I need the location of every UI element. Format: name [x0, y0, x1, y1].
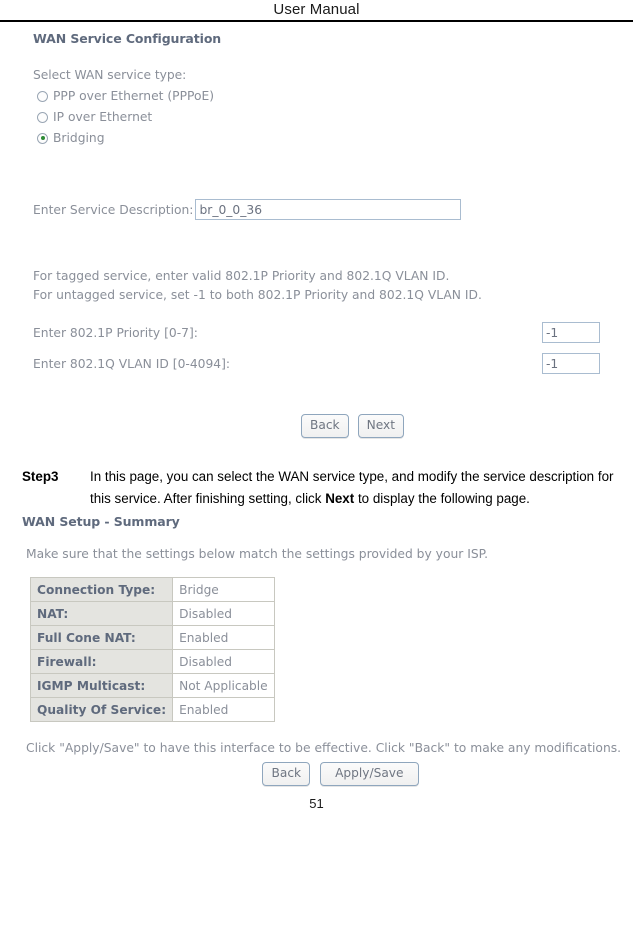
summary-value-igmp-multicast: Not Applicable	[172, 673, 275, 698]
radio-option-ipoe[interactable]: IP over Ethernet	[0, 110, 633, 124]
apply-save-note: Click "Apply/Save" to have this interfac…	[26, 741, 622, 755]
step3-emphasis-next: Next	[325, 490, 355, 506]
service-description-input[interactable]: br_0_0_36	[195, 199, 462, 220]
wan-setup-summary-title: WAN Setup - Summary	[22, 514, 180, 529]
radio-option-pppoe[interactable]: PPP over Ethernet (PPPoE)	[0, 89, 633, 103]
radio-icon-pppoe[interactable]	[37, 90, 48, 102]
wan-setup-summary-screenshot: WAN Setup - Summary Make sure that the s…	[0, 509, 633, 786]
summary-key-connection-type: Connection Type:	[29, 577, 174, 602]
vlan-input[interactable]: -1	[542, 353, 600, 374]
select-wan-service-type-label: Select WAN service type:	[33, 68, 187, 82]
service-description-label: Enter Service Description:	[33, 202, 194, 217]
radio-label-ipoe: IP over Ethernet	[53, 110, 153, 124]
summary-value-full-cone-nat: Enabled	[172, 625, 275, 650]
step3-tag: Step3	[22, 469, 59, 484]
radio-icon-bridging[interactable]	[37, 132, 48, 144]
priority-label: Enter 802.1P Priority [0-7]:	[33, 325, 198, 340]
service-description-row: Enter Service Description: br_0_0_36	[0, 199, 633, 220]
table-row: Connection Type: Bridge	[29, 577, 275, 602]
step3-body: In this page, you can select the WAN ser…	[90, 466, 621, 509]
untagged-service-note: For untagged service, set -1 to both 802…	[33, 288, 482, 302]
radio-label-pppoe: PPP over Ethernet (PPPoE)	[53, 89, 215, 103]
manual-title: User Manual	[273, 1, 360, 18]
summary-value-quality-of-service: Enabled	[172, 697, 275, 722]
wan-summary-table: Connection Type: Bridge NAT: Disabled Fu…	[29, 577, 275, 722]
summary-key-igmp-multicast: IGMP Multicast:	[29, 673, 174, 698]
config-button-row: Back Next	[0, 414, 633, 438]
summary-key-full-cone-nat: Full Cone NAT:	[29, 625, 174, 650]
summary-key-nat: NAT:	[29, 601, 174, 626]
table-row: NAT: Disabled	[29, 601, 275, 626]
summary-value-connection-type: Bridge	[172, 577, 275, 602]
table-row: Firewall: Disabled	[29, 649, 275, 674]
table-row: Quality Of Service: Enabled	[29, 697, 275, 722]
summary-isp-note: Make sure that the settings below match …	[26, 547, 489, 561]
radio-icon-ipoe[interactable]	[37, 111, 48, 123]
summary-value-firewall: Disabled	[172, 649, 275, 674]
table-row: IGMP Multicast: Not Applicable	[29, 673, 275, 698]
running-header: User Manual	[0, 0, 633, 18]
back-button-config[interactable]: Back	[301, 414, 349, 438]
wan-service-config-title: WAN Service Configuration	[33, 31, 222, 46]
summary-key-quality-of-service: Quality Of Service:	[29, 697, 174, 722]
summary-key-firewall: Firewall:	[29, 649, 174, 674]
priority-input[interactable]: -1	[542, 322, 600, 343]
step3-block: Step3 In this page, you can select the W…	[0, 466, 633, 509]
radio-option-bridging[interactable]: Bridging	[0, 131, 633, 145]
apply-save-button[interactable]: Apply/Save	[320, 762, 419, 786]
back-button-summary[interactable]: Back	[262, 762, 311, 786]
table-row: Full Cone NAT: Enabled	[29, 625, 275, 650]
priority-row: Enter 802.1P Priority [0-7]: -1	[0, 322, 633, 343]
radio-label-bridging: Bridging	[53, 131, 105, 145]
next-button-config[interactable]: Next	[357, 414, 404, 438]
step3-text-part2: to display the following page.	[354, 490, 530, 506]
summary-value-nat: Disabled	[172, 601, 275, 626]
page-number: 51	[309, 796, 324, 811]
vlan-row: Enter 802.1Q VLAN ID [0-4094]: -1	[0, 353, 633, 374]
vlan-label: Enter 802.1Q VLAN ID [0-4094]:	[33, 356, 231, 371]
tagged-service-note: For tagged service, enter valid 802.1P P…	[33, 269, 450, 283]
wan-service-configuration-screenshot: WAN Service Configuration Select WAN ser…	[0, 22, 633, 438]
summary-button-row: Back Apply/Save	[0, 762, 633, 786]
